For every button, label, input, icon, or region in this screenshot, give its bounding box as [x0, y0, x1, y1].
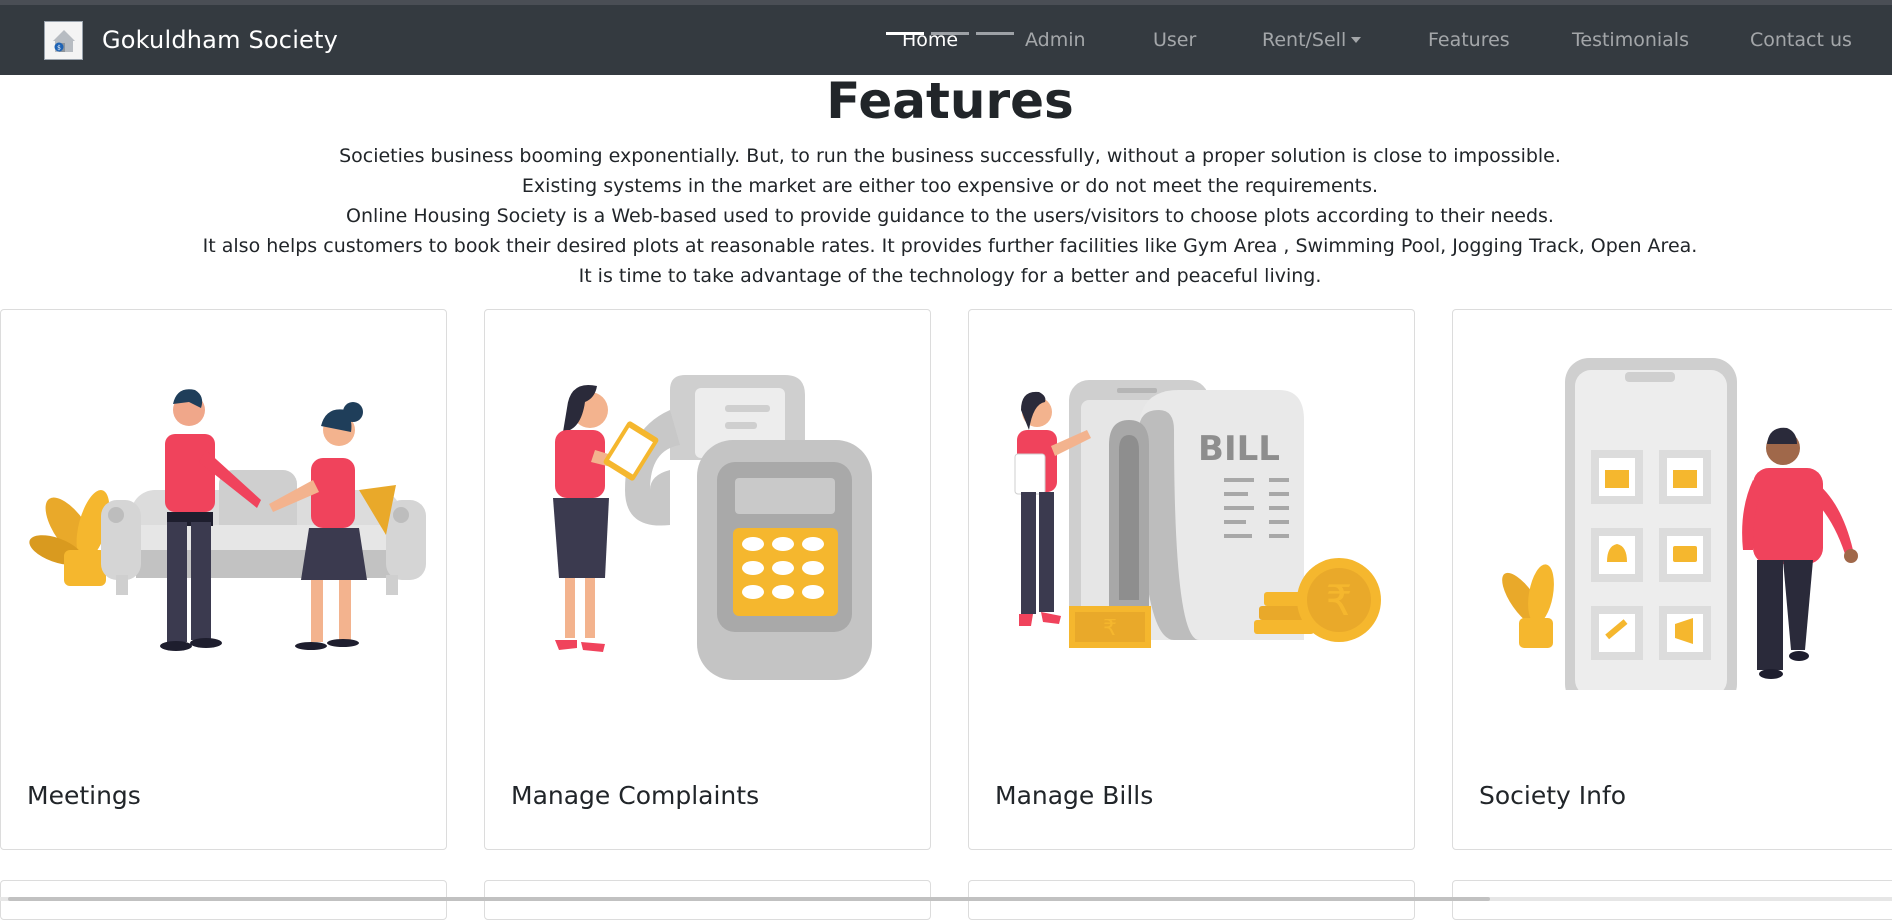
complaints-illustration — [553, 375, 872, 680]
nav-user[interactable]: User — [1153, 5, 1196, 75]
features-description: Societies business booming exponentially… — [0, 141, 1892, 291]
nav-admin[interactable]: Admin — [1025, 5, 1086, 75]
feature-card-manage-bills[interactable]: BILL ₹ ₹ Manage Bills — [968, 309, 1415, 850]
scrollbar-thumb[interactable] — [8, 897, 1490, 901]
card-title: Society Info — [1479, 781, 1627, 810]
description-line: It also helps customers to book their de… — [202, 235, 1698, 257]
description-line: Existing systems in the market are eithe… — [521, 175, 1379, 197]
feature-card-meetings[interactable]: Meetings — [0, 309, 447, 850]
feature-card-society-info[interactable]: Society Info — [1452, 309, 1892, 850]
nav-links: Home Admin User Rent/Sell Features Testi… — [0, 5, 1892, 75]
nav-rent-sell-label: Rent/Sell — [1262, 29, 1347, 51]
nav-rent-sell-dropdown[interactable]: Rent/Sell — [1262, 5, 1362, 75]
rupee-note-icon: ₹ — [1103, 616, 1117, 641]
horizontal-scrollbar[interactable] — [0, 897, 1892, 901]
dropdown-caret-icon — [1351, 37, 1362, 43]
card-title: Manage Complaints — [511, 781, 760, 810]
society-info-illustration — [1502, 358, 1858, 690]
nav-testimonials[interactable]: Testimonials — [1572, 5, 1689, 75]
description-line: Online Housing Society is a Web-based us… — [346, 205, 1554, 227]
features-heading: Features — [826, 72, 1074, 130]
navbar: $ Gokuldham Society Home Admin User Rent… — [0, 5, 1892, 75]
description-line: It is time to take advantage of the tech… — [578, 265, 1322, 287]
card-title: Manage Bills — [995, 781, 1154, 810]
description-line: Societies business booming exponentially… — [339, 145, 1561, 167]
nav-features[interactable]: Features — [1428, 5, 1510, 75]
meetings-illustration — [29, 389, 426, 651]
bill-text: BILL — [1198, 429, 1280, 469]
rupee-coin-icon: ₹ — [1326, 576, 1353, 625]
card-title: Meetings — [27, 781, 141, 810]
carousel-indicator[interactable] — [976, 32, 1014, 35]
nav-home[interactable]: Home — [902, 5, 958, 75]
bills-illustration: BILL ₹ ₹ — [1014, 380, 1381, 648]
nav-contact-us[interactable]: Contact us — [1750, 5, 1852, 75]
feature-card-manage-complaints[interactable]: Manage Complaints — [484, 309, 931, 850]
